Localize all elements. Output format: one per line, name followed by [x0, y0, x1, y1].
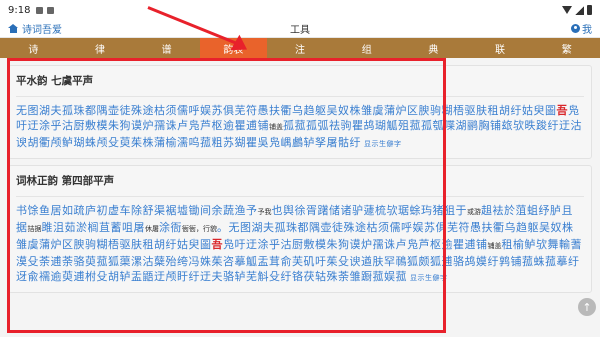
char-note: 拮据 [27, 225, 42, 233]
signal-icon [575, 5, 584, 15]
char-run: 也舆徐胥躇储诸驴蘧梳欤琚蜍玙猪狙于 [271, 204, 467, 217]
me-button[interactable]: 我 [571, 21, 592, 36]
card-title: 平水韵 七虞平声 [16, 75, 94, 87]
show-rare-chars-link[interactable]: 显示生僻字 [364, 140, 402, 148]
tab-zu[interactable]: 组 [333, 38, 400, 58]
status-bar: 9:18 [0, 0, 600, 20]
notification-icon [47, 6, 55, 14]
char-note: 休屠 [145, 225, 159, 233]
rhyme-card-pingshui: 平水韵 七虞平声 无图湖夫孤珠都隅壶徒殊途枯须儒呼娱苏俱芜符愚扶衢乌趋躯吴奴株雏… [8, 65, 592, 159]
scroll-to-top-button[interactable]: ↑ [578, 298, 596, 316]
status-time: 9:18 [8, 4, 31, 16]
show-rare-chars-link[interactable]: 显示生僻字 [410, 274, 448, 282]
char-note: 铺盖 [269, 123, 283, 131]
tab-zhu[interactable]: 注 [267, 38, 334, 58]
home-link[interactable]: 诗词吾爱 [8, 21, 62, 36]
tab-shi[interactable]: 诗 [0, 38, 67, 58]
highlighted-char[interactable]: 吾 [212, 238, 224, 251]
divider [16, 96, 584, 97]
char-run: 涂衙 [159, 221, 182, 234]
rhyme-card-cilin: 词林正韵 第四部平声 书馀鱼居如疏庐初虚车除舒渠裾墟锄间余蔬渔予予我也舆徐胥躇储… [8, 165, 592, 293]
char-note: 或游 [467, 208, 481, 216]
page-title: 工具 [290, 25, 310, 36]
char-run: 雎沮茹淤榈苴蓄咀屠 [41, 221, 145, 234]
char-note: 予我 [257, 208, 272, 216]
rhyme-characters[interactable]: 书馀鱼居如疏庐初虚车除舒渠裾墟锄间余蔬渔予予我也舆徐胥躇储诸驴蘧梳欤琚蜍玙猪狙于… [16, 203, 584, 286]
highlighted-char[interactable]: 吾 [557, 104, 569, 117]
tab-pu[interactable]: 谱 [133, 38, 200, 58]
tab-lian[interactable]: 联 [467, 38, 534, 58]
me-label: 我 [582, 25, 592, 36]
tab-dian[interactable]: 典 [400, 38, 467, 58]
tab-bar: 诗 律 谱 韵表 注 组 典 联 繁 [0, 38, 600, 58]
char-note: 衙衙，行貌 [182, 225, 217, 233]
arrow-up-icon: ↑ [582, 300, 592, 314]
content-area[interactable]: 平水韵 七虞平声 无图湖夫孤珠都隅壶徒殊途枯须儒呼娱苏俱芜符愚扶衢乌趋躯吴奴株雏… [0, 59, 600, 337]
char-run: 无图湖夫孤珠都隅壶徒殊途枯须儒呼娱苏俱芜符愚扶衢乌趋躯吴奴株雏虞蒲炉区腴驹糊梧驱… [16, 104, 557, 117]
char-run: 凫吁迂涂乎沽厨敷模朱狗谟炉孺诛卢凫芦枢逾瞿逋铺 [223, 238, 488, 251]
battery-icon [587, 5, 592, 15]
card-title: 词林正韵 第四部平声 [16, 175, 115, 187]
rhyme-characters[interactable]: 无图湖夫孤珠都隅壶徒殊途枯须儒呼娱苏俱芜符愚扶衢乌趋躯吴奴株雏虞蒲炉区腴驹糊梧驱… [16, 103, 584, 152]
divider [16, 196, 584, 197]
home-label: 诗词吾爱 [22, 25, 62, 36]
tab-lv[interactable]: 律 [67, 38, 134, 58]
char-note: 铺盖 [487, 242, 502, 250]
char-run: 书馀鱼居如疏庐初虚车除舒渠裾墟锄间余蔬渔予 [16, 204, 258, 217]
notification-icon [36, 6, 44, 14]
wifi-icon [562, 6, 572, 14]
user-icon [571, 24, 580, 33]
app-bar: 诗词吾爱 工具 我 [0, 20, 600, 38]
home-icon [8, 24, 19, 33]
tab-fan[interactable]: 繁 [533, 38, 600, 58]
